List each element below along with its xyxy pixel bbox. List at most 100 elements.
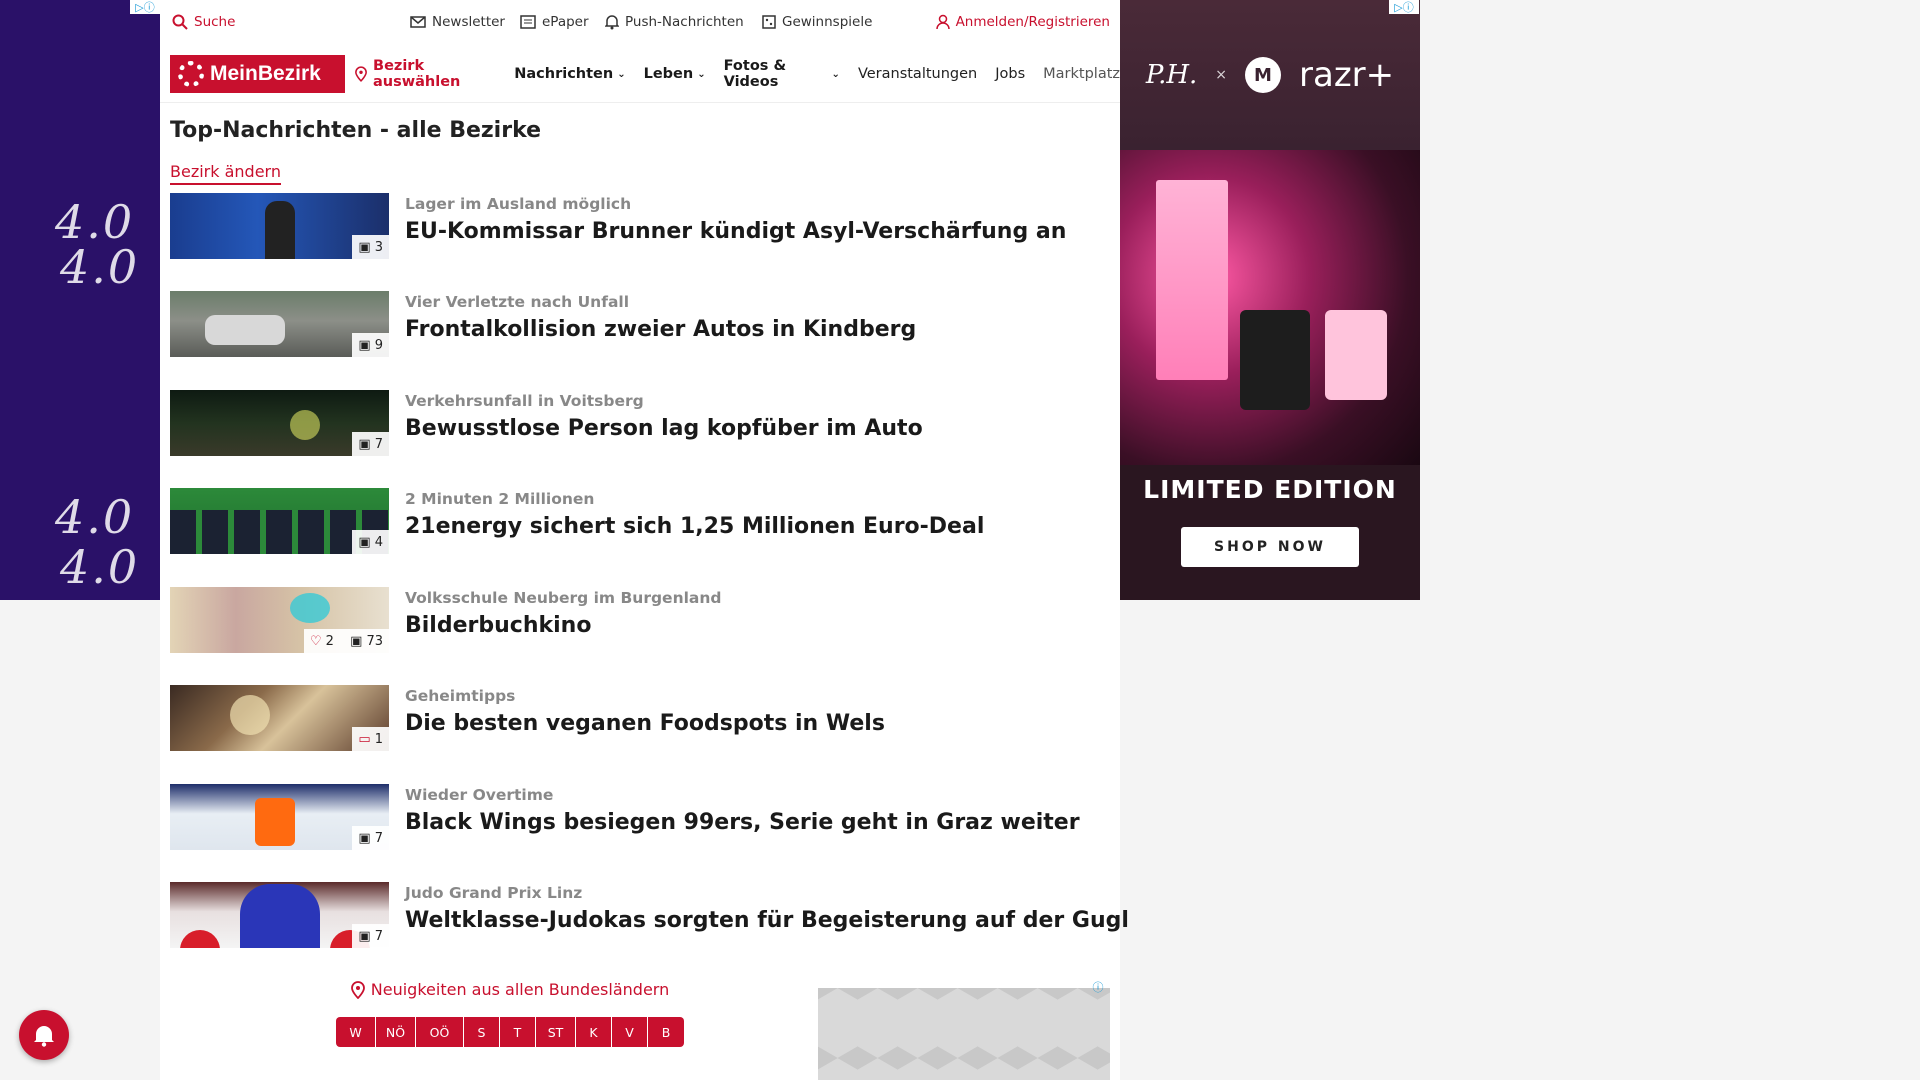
push-link[interactable]: Push-Nachrichten xyxy=(605,14,744,30)
article-title[interactable]: Bewusstlose Person lag kopfüber im Auto xyxy=(405,416,923,441)
article-title[interactable]: Frontalkollision zweier Autos in Kindber… xyxy=(405,317,916,342)
article-title[interactable]: Bilderbuchkino xyxy=(405,613,591,638)
gallery-icon: ▣ xyxy=(350,633,363,649)
gallery-icon: ▣ xyxy=(358,239,371,255)
newsletter-link[interactable]: Newsletter xyxy=(410,14,505,30)
region-button-w[interactable]: W xyxy=(336,1017,376,1047)
login-link[interactable]: Anmelden/Registrieren xyxy=(935,14,1110,30)
article-item[interactable]: ▣ 9 Vier Verletzte nach Unfall Frontalkol… xyxy=(170,291,1100,357)
article-title[interactable]: EU-Kommissar Brunner kündigt Asyl-Versch… xyxy=(405,219,1066,244)
nav-veranstaltungen[interactable]: Veranstaltungen xyxy=(858,66,977,82)
notification-bell-button[interactable] xyxy=(19,1010,69,1060)
signature-logo-icon: P.H. xyxy=(1145,60,1198,90)
image-count: 3 xyxy=(374,239,383,255)
comment-count: 1 xyxy=(374,731,383,747)
motorola-logo-icon: M xyxy=(1245,57,1282,93)
login-label: Anmelden/Registrieren xyxy=(955,14,1110,30)
article-item[interactable]: ▣ 3 Lager im Ausland möglich EU-Kommissar… xyxy=(170,193,1100,259)
article-thumbnail[interactable]: ▣ 9 xyxy=(170,291,389,357)
newspaper-icon xyxy=(520,15,536,29)
article-kicker: Wieder Overtime xyxy=(405,786,554,804)
epaper-link[interactable]: ePaper xyxy=(520,14,589,30)
change-district-link[interactable]: Bezirk ändern xyxy=(170,162,281,185)
article-kicker: Lager im Ausland möglich xyxy=(405,195,632,213)
nav-leben[interactable]: Leben ⌄ xyxy=(644,66,706,82)
article-title[interactable]: Black Wings besiegen 99ers, Serie geht i… xyxy=(405,810,1080,835)
region-button-t[interactable]: T xyxy=(500,1017,536,1047)
product-pouch xyxy=(1325,310,1387,400)
image-count: 4 xyxy=(374,534,383,550)
chevron-down-icon: ⌄ xyxy=(697,68,706,80)
cross-icon: × xyxy=(1215,67,1228,83)
nav-jobs[interactable]: Jobs xyxy=(995,66,1025,82)
product-box xyxy=(1156,180,1228,380)
ad-brand-bar: P.H. × M razr+ xyxy=(1120,0,1420,150)
image-count-badge: ▣ 4 xyxy=(352,530,389,554)
search-label: Suche xyxy=(194,14,236,30)
gewinnspiele-link[interactable]: Gewinnspiele xyxy=(762,14,872,30)
image-count: 9 xyxy=(374,337,383,353)
article-kicker: 2 Minuten 2 Millionen xyxy=(405,490,595,508)
region-button-noe[interactable]: NÖ xyxy=(376,1017,416,1047)
article-thumbnail[interactable]: ▣ 4 xyxy=(170,488,389,554)
shop-now-button[interactable]: SHOP NOW xyxy=(1181,527,1359,567)
nav-fotos-videos[interactable]: Fotos & Videos ⌄ xyxy=(724,58,840,90)
adchoices-icon[interactable]: ▷ⓘ xyxy=(1389,0,1419,14)
ad-info-icon[interactable]: ⓘ xyxy=(1090,980,1106,994)
gallery-icon: ▣ xyxy=(358,830,371,846)
main-column: Suche Newsletter ePaper Push-Nachrichten… xyxy=(160,0,1129,1080)
left-skin-ad[interactable]: 4.0 4.0 4.0 4.0 xyxy=(0,0,160,600)
article-thumbnail[interactable]: ▣ 7 xyxy=(170,882,389,948)
article-item[interactable]: ▣ 7 Verkehrsunfall in Voitsberg Bewusstlo… xyxy=(170,390,1100,456)
article-title[interactable]: 21energy sichert sich 1,25 Millionen Eur… xyxy=(405,514,984,539)
region-button-ooe[interactable]: OÖ xyxy=(416,1017,464,1047)
gallery-icon: ▣ xyxy=(358,534,371,550)
article-item[interactable]: ▭ 1 Geheimtipps Die besten veganen Foodsp… xyxy=(170,685,1100,751)
article-title[interactable]: Die besten veganen Foodspots in Wels xyxy=(405,711,885,736)
article-kicker: Vier Verletzte nach Unfall xyxy=(405,293,630,311)
article-kicker: Judo Grand Prix Linz xyxy=(405,884,583,902)
location-pin-icon xyxy=(355,66,367,82)
adchoices-icon[interactable]: ▷ⓘ xyxy=(130,0,160,14)
article-thumbnail[interactable]: ♡ 2 ▣ 73 xyxy=(170,587,389,653)
chevron-down-icon: ⌄ xyxy=(617,68,626,80)
top-utility-bar: Suche Newsletter ePaper Push-Nachrichten… xyxy=(160,0,1120,45)
select-district-button[interactable]: Bezirk auswählen xyxy=(355,58,496,90)
region-button-k[interactable]: K xyxy=(576,1017,612,1047)
skin-ad-text: 4.0 xyxy=(60,240,140,294)
gift-icon xyxy=(762,15,776,29)
push-label: Push-Nachrichten xyxy=(625,14,744,30)
image-count-badge: ▣ 7 xyxy=(352,924,389,948)
product-phone xyxy=(1240,310,1310,410)
region-button-v[interactable]: V xyxy=(612,1017,648,1047)
location-pin-icon xyxy=(350,980,365,999)
nav-marktplatz[interactable]: Marktplatz xyxy=(1043,66,1120,82)
image-count-badge: ▣ 7 xyxy=(352,826,389,850)
article-thumbnail[interactable]: ▣ 7 xyxy=(170,390,389,456)
article-item[interactable]: ♡ 2 ▣ 73 Volksschule Neuberg im Burgenland… xyxy=(170,587,1100,653)
article-item[interactable]: ▣ 4 2 Minuten 2 Millionen 21energy sicher… xyxy=(170,488,1100,554)
article-item[interactable]: ▣ 7 Wieder Overtime Black Wings besiegen … xyxy=(170,784,1100,850)
region-button-s[interactable]: S xyxy=(464,1017,500,1047)
ad-edition-text: LIMITED EDITION xyxy=(1143,475,1397,504)
placeholder-ad[interactable] xyxy=(818,988,1110,1080)
article-thumbnail[interactable]: ▣ 3 xyxy=(170,193,389,259)
nav-nachrichten[interactable]: Nachrichten ⌄ xyxy=(514,66,625,82)
comment-count-badge: ▭ 1 xyxy=(352,727,389,751)
article-thumbnail[interactable]: ▣ 7 xyxy=(170,784,389,850)
article-thumbnail[interactable]: ▭ 1 xyxy=(170,685,389,751)
region-buttons: W NÖ OÖ S T ST K V B xyxy=(300,1017,720,1047)
image-count-badge: ▣ 9 xyxy=(352,333,389,357)
site-logo[interactable]: MeinBezirk xyxy=(170,55,345,93)
search-link[interactable]: Suche xyxy=(172,14,235,30)
right-display-ad[interactable]: P.H. × M razr+ LIMITED EDITION SHOP NOW xyxy=(1120,0,1420,600)
article-kicker: Verkehrsunfall in Voitsberg xyxy=(405,392,644,410)
ad-brand-name: razr+ xyxy=(1299,55,1395,95)
regions-link[interactable]: Neuigkeiten aus allen Bundesländern xyxy=(300,980,720,999)
article-title[interactable]: Weltklasse-Judokas sorgten für Begeister… xyxy=(405,908,1129,933)
mail-icon xyxy=(410,16,426,28)
skin-ad-text: 4.0 xyxy=(60,540,140,594)
region-button-st[interactable]: ST xyxy=(536,1017,576,1047)
region-button-b[interactable]: B xyxy=(648,1017,684,1047)
article-item[interactable]: ▣ 7 Judo Grand Prix Linz Weltklasse-Judok… xyxy=(170,882,1129,948)
